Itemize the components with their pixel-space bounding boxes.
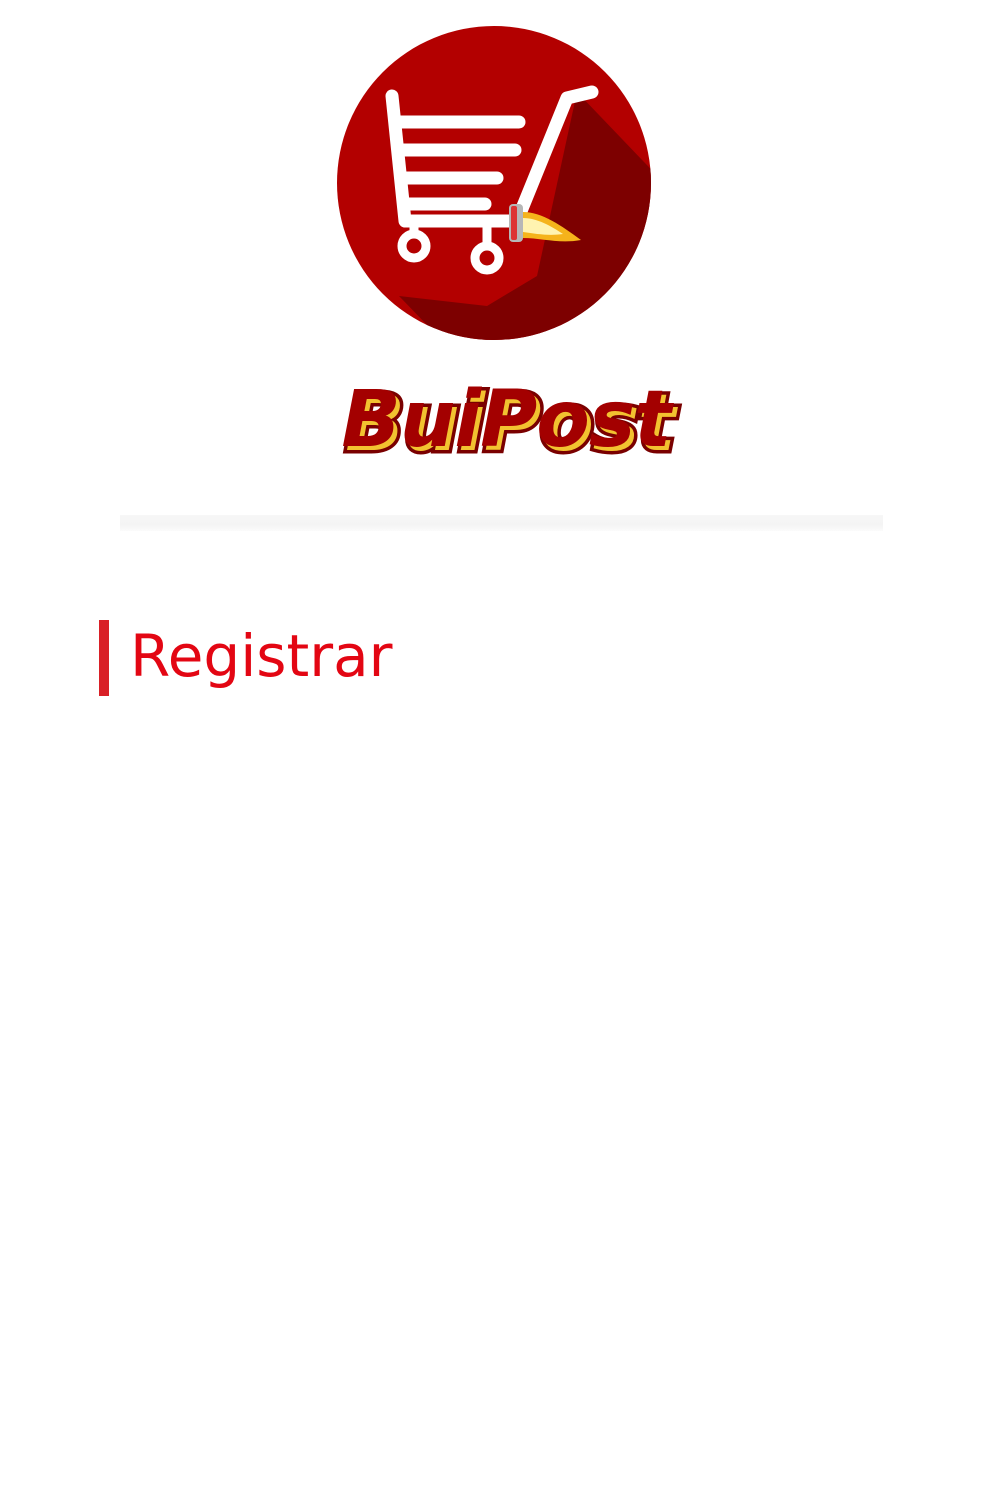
logo-cart-icon — [337, 26, 651, 340]
section-header: Registrar — [99, 620, 393, 696]
section-accent-bar — [99, 620, 109, 696]
header-divider — [120, 515, 883, 531]
brand-logo-text: BuiPost BuiPost — [341, 375, 682, 467]
section-title: Registrar — [130, 622, 393, 690]
brand-name: BuiPost — [341, 375, 674, 465]
